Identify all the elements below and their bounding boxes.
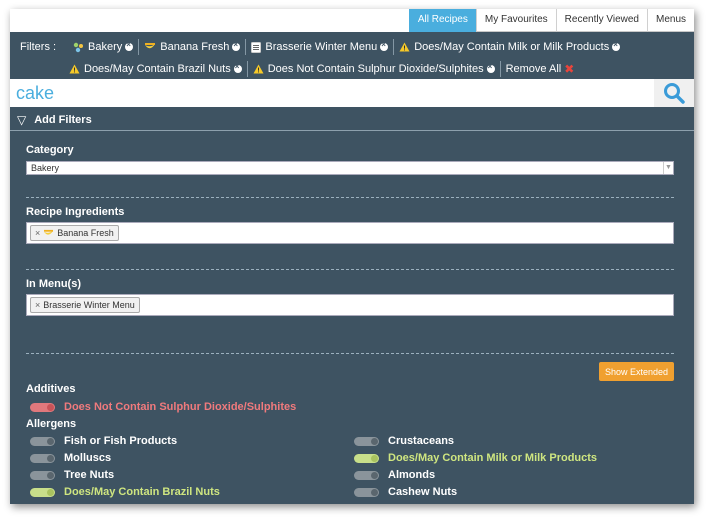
top-bar: All Recipes My Favourites Recently Viewe… — [10, 9, 694, 32]
filter-chip-sulphites[interactable]: Does Not Contain Sulphur Dioxide/Sulphit… — [248, 61, 501, 77]
allergen-crustaceans[interactable]: Crustaceans — [354, 435, 454, 447]
toggle-switch[interactable] — [30, 470, 55, 480]
allergen-tree-nuts[interactable]: Tree Nuts — [30, 469, 114, 481]
filter-chip-bakery[interactable]: Bakery — [68, 39, 140, 55]
additive-sulphites[interactable]: Does Not Contain Sulphur Dioxide/Sulphit… — [30, 401, 296, 413]
search-input[interactable] — [10, 79, 654, 107]
category-title: Category — [26, 144, 74, 156]
remove-tag-icon[interactable]: × — [35, 300, 40, 310]
add-filters-toggle[interactable]: ▽ Add Filters — [10, 109, 694, 131]
tab-my-favourites[interactable]: My Favourites — [475, 9, 556, 32]
remove-filter-icon[interactable] — [612, 40, 621, 51]
triangle-down-icon: ▽ — [17, 112, 27, 127]
toggle-switch[interactable] — [354, 453, 379, 463]
search-bar — [10, 79, 694, 107]
category-select[interactable]: Bakery ▼ — [26, 161, 674, 175]
ingredients-input[interactable]: × Banana Fresh — [26, 222, 674, 244]
show-extended-button[interactable]: Show Extended — [599, 362, 674, 381]
filter-chip-banana-fresh[interactable]: Banana Fresh — [139, 39, 247, 55]
filters-label: Filters : — [20, 41, 57, 53]
allergens-title: Allergens — [26, 418, 77, 430]
menus-title: In Menu(s) — [26, 278, 81, 290]
warning-icon — [399, 42, 410, 52]
banana-icon — [44, 229, 54, 235]
tab-menus[interactable]: Menus — [646, 9, 694, 32]
filter-row-2: Does/May Contain Brazil Nuts Does Not Co… — [64, 61, 579, 77]
remove-filter-icon[interactable] — [233, 62, 242, 73]
allergen-almonds[interactable]: Almonds — [354, 469, 435, 481]
menu-icon — [251, 41, 262, 53]
filter-chip-brazil-nuts[interactable]: Does/May Contain Brazil Nuts — [64, 61, 248, 77]
ingredient-tag: × Banana Fresh — [30, 225, 119, 241]
bakery-icon — [73, 42, 84, 53]
toggle-switch[interactable] — [354, 470, 379, 480]
filter-chip-brasserie-winter-menu[interactable]: Brasserie Winter Menu — [246, 39, 395, 55]
toggle-switch[interactable] — [30, 487, 55, 497]
search-button[interactable] — [654, 79, 694, 107]
divider — [26, 269, 674, 270]
filter-chip-milk-products[interactable]: Does/May Contain Milk or Milk Products — [394, 39, 625, 55]
filter-row-1: Bakery Banana Fresh Brasserie Winter Men… — [68, 39, 625, 55]
menu-tag: × Brasserie Winter Menu — [30, 297, 140, 313]
banana-icon — [144, 42, 156, 52]
allergen-molluscs[interactable]: Molluscs — [30, 452, 111, 464]
divider — [26, 197, 674, 198]
remove-filter-icon[interactable] — [380, 40, 389, 51]
remove-all-button[interactable]: Remove All ✖ — [501, 61, 580, 77]
recipe-tabs: All Recipes My Favourites Recently Viewe… — [408, 9, 694, 32]
toggle-switch[interactable] — [354, 436, 379, 446]
allergen-brazil-nuts[interactable]: Does/May Contain Brazil Nuts — [30, 486, 220, 498]
additives-title: Additives — [26, 383, 76, 395]
toggle-switch[interactable] — [30, 436, 55, 446]
warning-icon — [253, 64, 264, 74]
remove-filter-icon[interactable] — [486, 62, 495, 73]
chevron-down-icon: ▼ — [663, 162, 673, 174]
tab-all-recipes[interactable]: All Recipes — [408, 9, 476, 32]
menus-input[interactable]: × Brasserie Winter Menu — [26, 294, 674, 316]
ingredients-title: Recipe Ingredients — [26, 206, 125, 218]
allergen-milk-products[interactable]: Does/May Contain Milk or Milk Products — [354, 452, 597, 464]
allergen-cashew-nuts[interactable]: Cashew Nuts — [354, 486, 457, 498]
remove-filter-icon[interactable] — [232, 40, 241, 51]
active-filters-bar: Filters : Bakery Banana Fresh B — [10, 32, 694, 79]
warning-icon — [69, 64, 80, 74]
remove-filter-icon[interactable] — [125, 40, 134, 51]
close-icon: ✖ — [564, 62, 575, 76]
allergen-fish[interactable]: Fish or Fish Products — [30, 435, 177, 447]
search-icon — [664, 83, 685, 104]
toggle-switch[interactable] — [30, 453, 55, 463]
divider — [26, 353, 674, 354]
toggle-switch[interactable] — [30, 402, 55, 412]
recipe-search-panel: All Recipes My Favourites Recently Viewe… — [10, 9, 694, 504]
toggle-switch[interactable] — [354, 487, 379, 497]
remove-tag-icon[interactable]: × — [35, 228, 40, 238]
tab-recently-viewed[interactable]: Recently Viewed — [555, 9, 647, 32]
